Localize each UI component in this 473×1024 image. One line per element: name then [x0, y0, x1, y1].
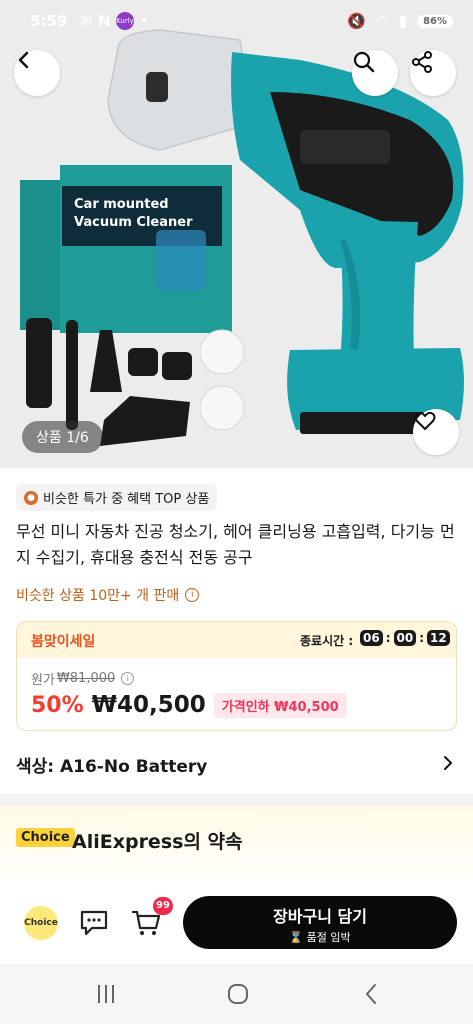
current-price: ₩40,500 — [91, 692, 206, 718]
product-photo: Car mounted Vacuum Cleaner — [0, 0, 473, 468]
timer-hours: 06 — [360, 630, 383, 646]
cart-count-badge: 99 — [153, 897, 173, 915]
search-button[interactable] — [352, 50, 398, 96]
chevron-right-icon — [444, 756, 452, 770]
sale-header: 봄맞이세일 종료시간 : 06 : 00 : 12 — [17, 622, 456, 658]
price-drop-badge: 가격인하 ₩40,500 — [213, 692, 347, 718]
image-counter-text: 상품 1/6 — [36, 430, 89, 446]
original-price-row: 원가 ₩81,000 i — [31, 669, 135, 688]
kurly-app-icon: Kurly — [116, 12, 134, 30]
variant-selector[interactable]: 색상: A16-No Battery — [0, 746, 473, 782]
bottom-action-bar: Choice 99 장바구니 담기 ⌛ 품절 임박 — [0, 878, 473, 964]
battery-indicator: 86% — [417, 14, 453, 28]
recent-apps-icon[interactable] — [94, 982, 118, 1006]
wishlist-button[interactable] — [413, 409, 459, 455]
info-icon: i — [185, 588, 200, 602]
variant-text: 색상: A16-No Battery — [16, 757, 208, 777]
sale-label: 봄맞이세일 — [31, 634, 96, 650]
wifi-icon: ◠ — [375, 12, 389, 30]
share-button[interactable] — [410, 50, 456, 96]
notification-icon: ✉ — [80, 12, 93, 30]
badge-text: 비슷한 특가 중 혜택 TOP 상품 — [43, 492, 210, 507]
heart-icon — [414, 411, 436, 430]
timer-minutes: 00 — [393, 630, 417, 646]
box-text-2: Vacuum Cleaner — [74, 215, 193, 230]
share-icon — [412, 51, 432, 73]
choice-badge: Choice — [16, 828, 75, 847]
box-text-1: Car mounted — [74, 197, 169, 212]
back-nav-icon[interactable] — [360, 982, 384, 1006]
discount-percent: 50% — [31, 692, 84, 718]
timer-seconds: 12 — [427, 630, 450, 646]
choice-button[interactable]: Choice — [24, 906, 58, 940]
status-bar: 5:59 ✉ N Kurly • 🔇 ◠ ▮ 86% — [0, 0, 473, 44]
image-counter: 상품 1/6 — [22, 421, 103, 453]
section-divider — [0, 794, 473, 806]
original-price: ₩81,000 — [56, 671, 116, 686]
search-icon — [353, 51, 375, 73]
add-to-cart-button[interactable]: 장바구니 담기 ⌛ 품절 임박 — [183, 896, 457, 949]
promise-title: AliExpress의 약속 — [72, 831, 243, 853]
chat-button[interactable] — [78, 906, 110, 942]
sale-box: 봄맞이세일 종료시간 : 06 : 00 : 12 원가 ₩81,000 i 5… — [16, 621, 457, 731]
naver-icon: N — [98, 12, 111, 30]
fire-icon: ● — [24, 490, 38, 505]
stock-notice: ⌛ 품절 임박 — [289, 931, 351, 944]
mute-icon: 🔇 — [347, 12, 366, 30]
countdown-timer: 06 : 00 : 12 — [360, 630, 450, 646]
back-button[interactable] — [14, 50, 60, 96]
more-notifications-icon: • — [140, 12, 149, 30]
chat-icon — [80, 910, 108, 936]
product-image-gallery[interactable]: Car mounted Vacuum Cleaner 상품 1/6 — [0, 0, 473, 468]
product-title: 무선 미니 자동차 진공 청소기, 헤어 클리닝용 고흡입력, 다기능 먼지 수… — [16, 522, 455, 567]
chevron-left-icon — [18, 51, 29, 69]
home-icon[interactable] — [226, 982, 250, 1006]
system-nav-bar — [0, 964, 473, 1024]
top-deal-badge: ● 비슷한 특가 중 혜택 TOP 상품 — [16, 484, 218, 511]
add-to-cart-label: 장바구니 담기 — [273, 907, 367, 926]
sold-text: 비슷한 상품 10만+ 개 판매 — [16, 588, 180, 604]
status-right: 🔇 ◠ ▮ 86% — [347, 12, 453, 30]
original-price-label: 원가 — [31, 673, 55, 688]
info-icon[interactable]: i — [121, 672, 135, 685]
sold-count[interactable]: 비슷한 상품 10만+ 개 판매 i — [16, 585, 200, 605]
signal-icon: ▮ — [398, 12, 408, 30]
status-time: 5:59 — [30, 12, 68, 30]
sale-end-label: 종료시간 : — [300, 634, 354, 648]
price-row: 50% ₩40,500 가격인하 ₩40,500 — [31, 692, 347, 718]
